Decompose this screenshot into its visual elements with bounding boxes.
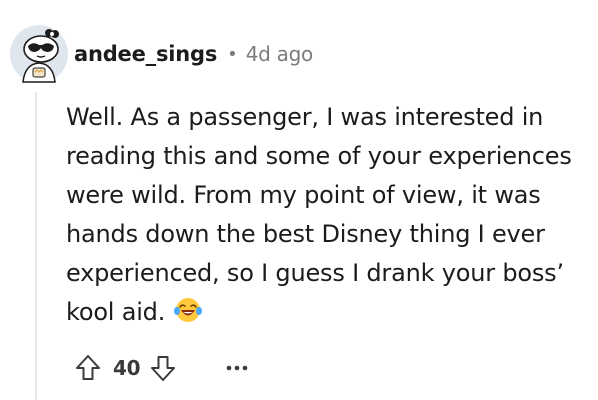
vote-score: 40: [113, 356, 141, 380]
comment-actions: 40: [73, 350, 252, 386]
thread-line: [35, 92, 37, 400]
downvote-button[interactable]: [148, 353, 178, 383]
downvote-arrow-icon: [151, 356, 176, 381]
comment-body: Well. As a passenger, I was interested i…: [66, 98, 586, 332]
comment-text: Well. As a passenger, I was interested i…: [66, 103, 572, 326]
avatar[interactable]: [9, 24, 69, 84]
username-link[interactable]: andee_sings: [74, 42, 217, 66]
upvote-arrow-icon: [76, 355, 100, 380]
snoo-avatar-icon: [10, 25, 68, 83]
comment-header: andee_sings • 4d ago: [74, 38, 313, 70]
meta-separator: •: [227, 43, 238, 65]
upvote-button[interactable]: [73, 353, 103, 383]
comment-timestamp[interactable]: 4d ago: [246, 42, 313, 66]
laughing-emoji-icon: [173, 295, 203, 325]
more-options-button[interactable]: [222, 353, 252, 383]
more-options-icon: [226, 365, 248, 371]
